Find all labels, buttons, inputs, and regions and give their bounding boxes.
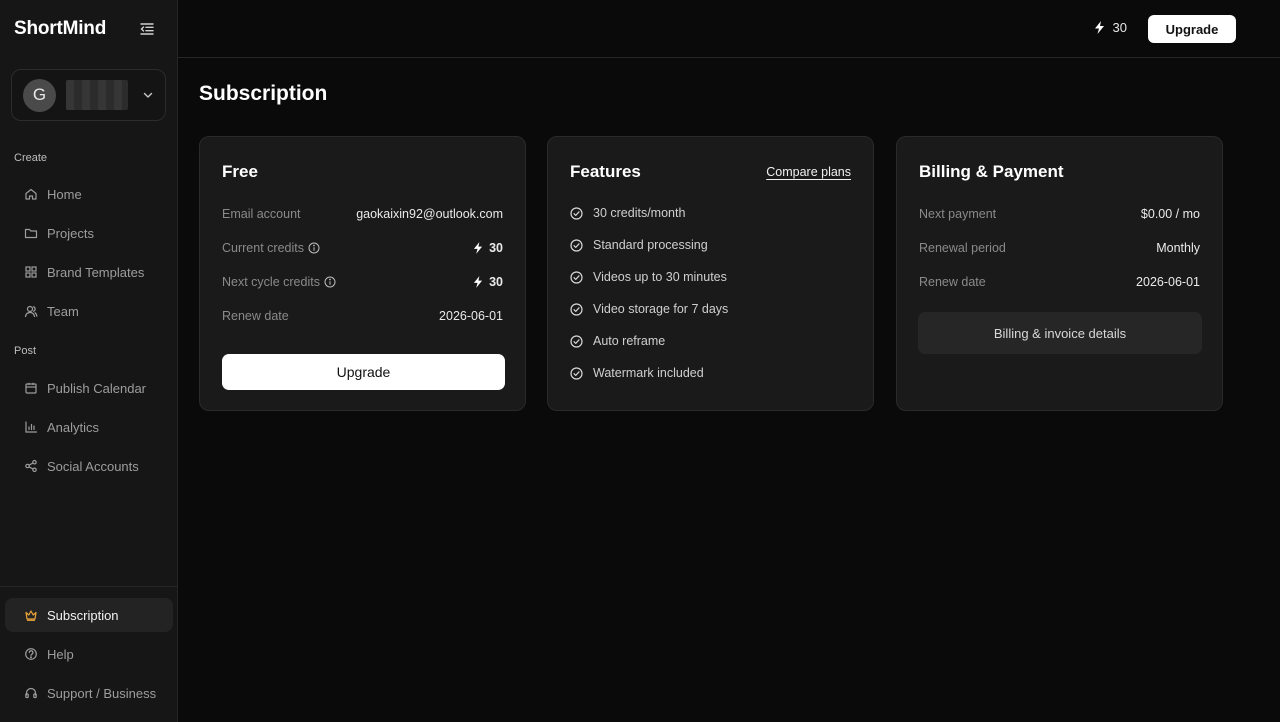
sidebar-item-label: Projects: [47, 225, 94, 241]
renew-date-row: Renew date 2026-06-01: [222, 306, 503, 326]
credits-balance: 30: [1094, 20, 1127, 35]
page-title: Subscription: [199, 82, 328, 105]
renewal-period-value: Monthly: [1156, 241, 1200, 255]
plan-card: Free Email account gaokaixin92@outlook.c…: [199, 136, 526, 411]
account-name-redacted: [66, 80, 128, 110]
top-bar: 30 Upgrade: [178, 0, 1280, 58]
upgrade-button[interactable]: Upgrade: [222, 354, 505, 390]
billing-renew-date-label: Renew date: [919, 275, 986, 289]
sidebar-item-label: Social Accounts: [47, 458, 139, 474]
upgrade-button-top[interactable]: Upgrade: [1148, 15, 1236, 43]
compare-plans-link[interactable]: Compare plans: [766, 165, 851, 179]
sidebar: ShortMind G Create Home Projects Brand T…: [0, 0, 178, 722]
sidebar-item-analytics[interactable]: Analytics: [5, 410, 173, 444]
next-payment-value: $0.00 / mo: [1140, 207, 1200, 221]
crown-icon: [25, 610, 37, 621]
sidebar-item-label: Brand Templates: [47, 264, 145, 280]
features-title: Features: [570, 162, 641, 181]
sidebar-item-brand-templates[interactable]: Brand Templates: [5, 255, 173, 289]
chart-icon: [25, 421, 38, 433]
next-payment-label: Next payment: [919, 207, 997, 221]
sidebar-item-subscription[interactable]: Subscription: [5, 598, 173, 632]
billing-renew-date-row: Renew date 2026-06-01: [919, 272, 1200, 292]
credits-count: 30: [1112, 20, 1127, 35]
check-circle-icon: [570, 238, 583, 252]
billing-card: Billing & Payment Next payment $0.00 / m…: [896, 136, 1223, 411]
renewal-period-label: Renewal period: [919, 241, 1006, 255]
sidebar-item-social-accounts[interactable]: Social Accounts: [5, 449, 173, 483]
sidebar-item-label: Home: [47, 186, 82, 202]
lightning-icon: [474, 276, 483, 288]
email-value: gaokaixin92@outlook.com: [356, 207, 503, 221]
billing-title: Billing & Payment: [919, 162, 1064, 181]
renew-date-label: Renew date: [222, 309, 289, 323]
next-cycle-credits-row: Next cycle credits 30: [222, 272, 503, 292]
sidebar-item-label: Subscription: [47, 607, 119, 623]
feature-item: Videos up to 30 minutes: [570, 268, 727, 286]
chevron-down-icon: [143, 92, 153, 98]
check-circle-icon: [570, 270, 583, 284]
home-icon: [25, 188, 37, 200]
sidebar-item-help[interactable]: Help: [5, 637, 173, 671]
current-credits-row: Current credits 30: [222, 238, 503, 258]
help-icon: [25, 648, 37, 660]
lightning-icon: [1094, 21, 1104, 34]
check-circle-icon: [570, 334, 583, 348]
check-circle-icon: [570, 366, 583, 380]
lightning-icon: [474, 242, 483, 254]
renewal-period-row: Renewal period Monthly: [919, 238, 1200, 258]
headset-icon: [25, 687, 37, 699]
email-row: Email account gaokaixin92@outlook.com: [222, 204, 503, 224]
calendar-icon: [25, 382, 37, 394]
info-icon[interactable]: [324, 276, 336, 288]
sidebar-item-home[interactable]: Home: [5, 177, 173, 211]
billing-renew-date-value: 2026-06-01: [1136, 275, 1200, 289]
app-logo: ShortMind: [14, 18, 107, 39]
section-label-create: Create: [14, 152, 48, 164]
next-cycle-credits-label: Next cycle credits: [222, 275, 320, 289]
sidebar-item-label: Team: [47, 303, 79, 319]
check-circle-icon: [570, 302, 583, 316]
sidebar-item-label: Publish Calendar: [47, 380, 147, 396]
sidebar-divider: [0, 586, 178, 587]
avatar: G: [23, 78, 56, 112]
sidebar-item-label: Support / Business: [47, 685, 157, 701]
feature-item: Video storage for 7 days: [570, 300, 728, 318]
share-icon: [25, 459, 37, 473]
info-icon[interactable]: [308, 242, 320, 254]
collapse-menu-icon: [140, 23, 154, 35]
email-label: Email account: [222, 207, 301, 221]
feature-item: Watermark included: [570, 364, 704, 382]
folder-icon: [24, 228, 38, 239]
plan-title: Free: [222, 162, 258, 181]
current-credits-value: 30: [489, 241, 503, 255]
collapse-sidebar-button[interactable]: [136, 18, 158, 40]
renew-date-value: 2026-06-01: [439, 309, 503, 323]
billing-invoice-details-button[interactable]: Billing & invoice details: [918, 312, 1202, 354]
sidebar-item-label: Analytics: [47, 419, 100, 435]
account-switcher[interactable]: G: [11, 69, 166, 121]
section-label-post: Post: [14, 345, 37, 357]
sidebar-item-support-business[interactable]: Support / Business: [5, 676, 173, 710]
next-payment-row: Next payment $0.00 / mo: [919, 204, 1200, 224]
check-circle-icon: [570, 206, 583, 220]
next-cycle-credits-value: 30: [489, 275, 503, 289]
current-credits-label: Current credits: [222, 241, 304, 255]
feature-item: Auto reframe: [570, 332, 665, 350]
feature-item: Standard processing: [570, 236, 708, 254]
sidebar-item-publish-calendar[interactable]: Publish Calendar: [5, 371, 173, 405]
feature-item: 30 credits/month: [570, 204, 685, 222]
features-card: Features Compare plans 30 credits/month …: [547, 136, 874, 411]
sidebar-item-team[interactable]: Team: [5, 294, 173, 328]
grid-icon: [25, 266, 37, 278]
sidebar-item-projects[interactable]: Projects: [5, 216, 173, 250]
team-icon: [24, 305, 38, 318]
sidebar-item-label: Help: [47, 646, 74, 662]
